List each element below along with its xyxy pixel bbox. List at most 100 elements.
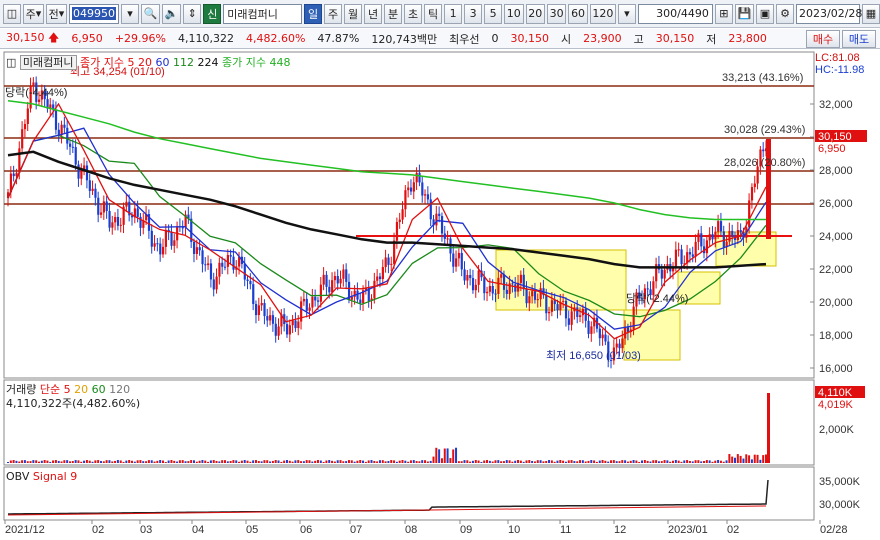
obv-y-tick: 35,000K: [819, 476, 861, 488]
candle-body: [545, 295, 548, 314]
volume-bar: [119, 460, 122, 463]
volume-bar: [21, 460, 24, 463]
volume-bar: [226, 461, 229, 463]
candle-body: [316, 300, 320, 302]
volume-bar-last: [767, 393, 770, 463]
volume-bar: [204, 460, 207, 463]
volume-bar: [719, 460, 722, 463]
candle-body: [54, 109, 58, 130]
volume-bar: [474, 460, 477, 463]
volume-bar: [426, 461, 429, 463]
volume-bar: [339, 460, 342, 463]
volume-bar: [133, 461, 136, 463]
candle-body: [711, 234, 714, 240]
candle-body: [116, 216, 120, 226]
candle-body: [345, 269, 348, 282]
price-chart-canvas[interactable]: 32,00030,00028,00026,00024,00022,00020,0…: [0, 0, 880, 540]
volume-bar: [677, 460, 680, 463]
volume-bar: [691, 461, 694, 463]
candle-body: [466, 275, 469, 281]
chart-menu-icon[interactable]: ◫: [6, 56, 16, 69]
candle-body: [170, 232, 173, 246]
x-tick-label: 02/28: [820, 524, 848, 536]
candle-body: [587, 320, 590, 334]
volume-bar: [91, 461, 94, 463]
volume-bar: [528, 460, 531, 463]
candle-body: [201, 250, 204, 265]
volume-bar: [717, 460, 720, 463]
volume-bar: [370, 460, 373, 463]
volume-bar: [621, 460, 624, 463]
candle-body: [762, 149, 765, 152]
candle-body: [536, 299, 539, 301]
min-price-note: 최저 16,650 (01/03): [546, 349, 641, 362]
candle-body: [395, 221, 399, 241]
volume-bar: [164, 461, 167, 463]
candle-body: [756, 166, 759, 184]
candle-body: [136, 208, 139, 217]
candle-body: [297, 321, 300, 329]
ma-legend-448: 종가 지수 448: [222, 56, 291, 69]
volume-bar: [412, 460, 415, 463]
candle-body: [249, 280, 252, 285]
candle-body: [539, 288, 542, 300]
volume-bar: [66, 460, 69, 463]
candle-body: [502, 274, 506, 290]
volume-bar: [52, 460, 55, 463]
volume-bar: [114, 460, 117, 463]
candle-body: [331, 280, 334, 293]
volume-bar: [266, 460, 269, 463]
volume-bar: [494, 460, 497, 463]
volume-bar: [77, 460, 80, 463]
volume-bar: [345, 461, 348, 463]
volume-bar: [714, 460, 717, 463]
volume-bar: [562, 460, 565, 463]
drop-note: 당락(-4.44%): [5, 86, 67, 99]
volume-bar: [246, 460, 249, 463]
candle-body: [691, 254, 694, 257]
candle-body: [753, 183, 756, 188]
volume-bar: [232, 460, 235, 463]
candle-body: [384, 257, 387, 268]
volume-bar: [29, 461, 32, 463]
volume-bar: [607, 461, 610, 463]
volume-bar: [463, 460, 466, 463]
volume-bar: [469, 461, 472, 463]
volume-bar: [15, 460, 18, 463]
x-tick-label: 2023/01: [668, 524, 708, 536]
volume-bar: [765, 454, 767, 463]
volume-bar: [460, 461, 463, 463]
volume-bar: [322, 461, 325, 463]
volume-bar: [54, 460, 57, 463]
volume-bar: [491, 461, 494, 463]
volume-bar: [477, 460, 480, 463]
candle-body: [474, 284, 477, 291]
candle-body: [705, 240, 709, 254]
volume-bar: [223, 460, 226, 463]
volume-bar: [150, 460, 153, 463]
volume-bar: [142, 461, 145, 463]
candle-body: [192, 241, 196, 254]
volume-bar: [291, 461, 294, 463]
candle-body: [576, 307, 579, 317]
volume-bar: [49, 461, 52, 463]
candle-body: [584, 308, 587, 321]
candle-body: [604, 334, 607, 342]
x-tick-label: 03: [140, 524, 152, 536]
volume-bar: [480, 461, 483, 463]
volume-bar: [254, 460, 257, 463]
candle-body: [477, 270, 480, 285]
volume-bar: [731, 456, 734, 463]
x-tick-label: 10: [508, 524, 520, 536]
volume-value: 4,110,322주(4,482.60%): [6, 397, 141, 410]
candle-body: [342, 269, 345, 279]
volume-bar: [734, 457, 737, 463]
volume-bar: [178, 460, 181, 463]
candle-body: [514, 284, 517, 292]
volume-bar: [652, 460, 655, 463]
volume-bar: [300, 461, 303, 463]
volume-bar: [579, 460, 582, 463]
candle-body: [570, 311, 573, 325]
candle-body: [533, 291, 537, 300]
volume-bar: [229, 461, 232, 463]
